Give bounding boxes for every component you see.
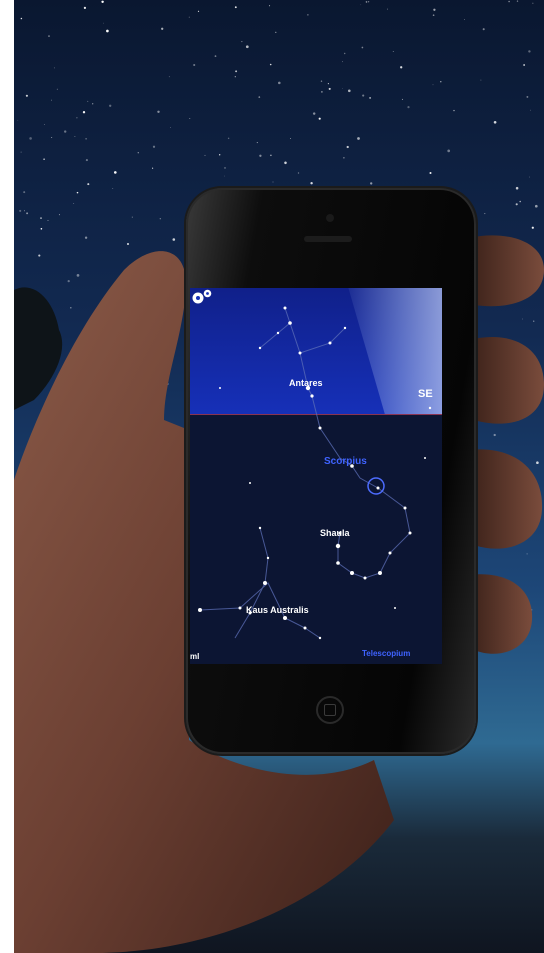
- star-label-antares[interactable]: Antares: [289, 378, 323, 388]
- edge-label: ml: [190, 652, 200, 661]
- star-label-shaula[interactable]: Shaula: [320, 528, 350, 538]
- star-label-kaus-australis[interactable]: Kaus Australis: [246, 605, 309, 615]
- home-button-icon: [324, 704, 336, 716]
- camera-icon: [326, 214, 334, 222]
- star-map-screen[interactable]: Antares SE Scorpius Shaula Kaus Australi…: [190, 288, 442, 664]
- speaker-grille: [304, 236, 352, 242]
- direction-label: SE: [418, 388, 433, 400]
- constellation-label-telescopium[interactable]: Telescopium: [362, 649, 410, 658]
- home-button[interactable]: [316, 696, 344, 724]
- constellation-lines: [198, 306, 432, 640]
- constellation-label-scorpius[interactable]: Scorpius: [324, 456, 367, 467]
- gear-icon[interactable]: [190, 288, 214, 306]
